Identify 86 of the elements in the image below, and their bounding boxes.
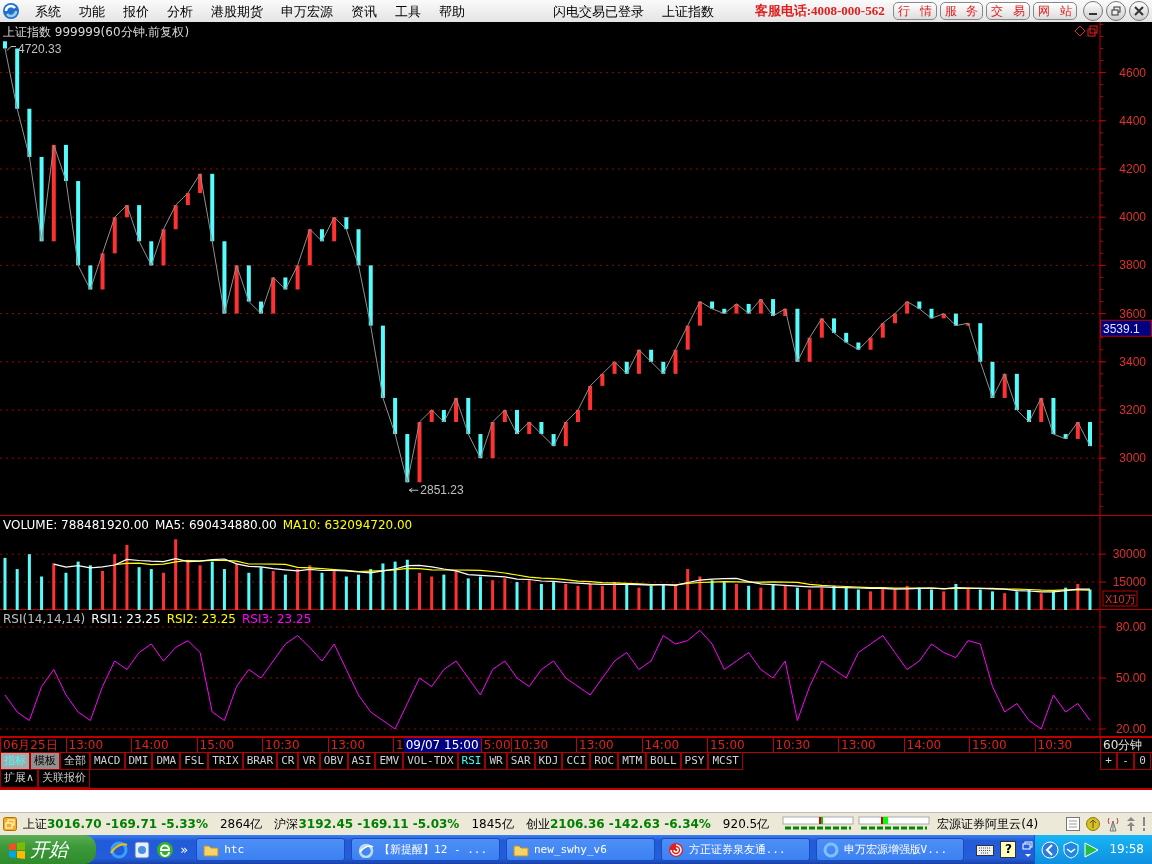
indicator-tab[interactable]: FSL — [180, 753, 209, 770]
index-name: 创业 — [525, 816, 550, 832]
turnover-text: 920.5亿 — [722, 816, 770, 832]
indicator-readout: MA5: 690434880.00 — [154, 518, 277, 533]
turnover-text: 2864亿 — [219, 816, 263, 832]
axis-label: 3800 — [1119, 258, 1146, 273]
login-status: 闪电交易已登录 — [552, 3, 645, 19]
indicator-readout: RSI3: 23.25 — [242, 612, 312, 627]
header-button[interactable]: 服 务 — [939, 2, 984, 20]
turnover-text: 1845亿 — [471, 816, 514, 832]
axis-label: 4600 — [1119, 65, 1146, 80]
indicator-tab[interactable]: PSY — [680, 753, 709, 770]
axis-label: 4000 — [1119, 210, 1146, 225]
header-button[interactable]: 交 易 — [986, 2, 1031, 20]
indicator-tab[interactable]: DMI — [124, 753, 153, 770]
menu-item[interactable]: 资讯 — [342, 3, 386, 19]
indicator-tab[interactable]: WR — [485, 753, 507, 770]
index-quote: 2106.36 -142.63 -6.34% — [549, 816, 711, 832]
indicator-tab[interactable]: 模板 — [30, 753, 60, 770]
server-name: 宏源证券阿里云(4) — [937, 816, 1039, 832]
indicator-tab[interactable]: MTM — [618, 753, 647, 770]
indicator-readout: RSI1: 23.25 — [91, 612, 161, 627]
indicator-tab[interactable]: BRAR — [242, 753, 278, 770]
indicator-readout: VOLUME: 788481920.00 — [3, 518, 149, 533]
indicator-tab[interactable]: DMA — [152, 753, 181, 770]
indicator-tab[interactable]: 全部 — [60, 753, 90, 770]
index-quote: 3192.45 -169.11 -5.03% — [298, 816, 460, 832]
indicator-tab[interactable]: VR — [298, 753, 320, 770]
axis-label: 4400 — [1119, 113, 1146, 128]
menu-item[interactable]: 帮助 — [430, 3, 474, 19]
axis-label: 3400 — [1119, 354, 1146, 369]
menu-item[interactable]: 功能 — [70, 3, 114, 19]
indicator-tab[interactable]: SAR — [506, 753, 535, 770]
indicator-tab[interactable]: EMV — [375, 753, 404, 770]
menu-item[interactable]: 系统 — [26, 3, 70, 19]
clock-text: 19:58 — [1109, 842, 1144, 857]
unit-label: X10万 — [1102, 590, 1138, 607]
indicator-readout: RSI(14,14,14) — [3, 612, 86, 627]
axis-label: 50.00 — [1115, 671, 1146, 685]
indicator-tab[interactable]: CCI — [562, 753, 591, 770]
axis-label: 4200 — [1119, 162, 1146, 176]
indicator-tab[interactable]: RSI — [457, 753, 486, 770]
header-button[interactable]: 行 情 — [892, 2, 937, 20]
index-name: 上证 — [23, 816, 47, 832]
cursor-time-label: 09/07 15:00 — [403, 738, 481, 752]
chart-title: 上证指数 999999(60分钟.前复权) — [3, 25, 190, 39]
index-name: 沪深 — [274, 816, 299, 832]
axis-label: 20.00 — [1115, 722, 1146, 736]
header-button[interactable]: 网 站 — [1033, 2, 1077, 20]
axis-label: 80.00 — [1115, 620, 1146, 634]
indicator-tab[interactable]: MCST — [708, 753, 743, 770]
menu-item[interactable]: 申万宏源 — [272, 3, 342, 19]
axis-label: 3600 — [1119, 306, 1146, 321]
menu-item[interactable]: 报价 — [114, 3, 158, 19]
indicator-tab[interactable]: CR — [277, 753, 299, 770]
axis-label: 3000 — [1119, 451, 1146, 466]
indicator-tab[interactable]: VOL-TDX — [403, 753, 458, 770]
indicator-readout: RSI2: 23.25 — [166, 612, 236, 627]
axis-label: 15000 — [1112, 575, 1146, 590]
indicator-tab[interactable]: OBV — [319, 753, 348, 770]
high-price-label: 4720.33 — [18, 41, 62, 56]
chevron-button[interactable]: » — [180, 841, 189, 858]
indicator-tab[interactable]: MACD — [90, 753, 125, 770]
last-price-tag: 3539.1 — [1100, 319, 1152, 337]
help-button[interactable]: ? — [1000, 841, 1017, 858]
indicator-readout: MA10: 632094720.00 — [282, 518, 413, 533]
indicator-tab[interactable]: ROC — [590, 753, 619, 770]
start-button[interactable]: 开始 — [0, 835, 97, 864]
extension-tab[interactable]: 关联报价 — [38, 770, 91, 788]
zoom-button[interactable]: - — [1117, 753, 1134, 770]
extension-tab[interactable]: 扩展∧ — [0, 770, 39, 788]
axis-label: 30000 — [1112, 547, 1146, 562]
zoom-button[interactable]: + — [1100, 753, 1117, 770]
indicator-tab[interactable]: ASI — [347, 753, 376, 770]
indicator-tab[interactable]: TRIX — [208, 753, 243, 770]
indicator-tab[interactable]: BOLL — [646, 753, 681, 770]
menu-item[interactable]: 工具 — [386, 3, 430, 19]
axis-label: 3200 — [1119, 402, 1146, 417]
hotline-text: 客服电话:4008-000-562 — [754, 3, 885, 19]
menu-item[interactable]: 港股期货 — [202, 3, 272, 19]
zoom-button[interactable]: 0 — [1134, 753, 1151, 770]
index-name: 上证指数 — [661, 3, 715, 19]
menu-item[interactable]: 分析 — [158, 3, 202, 19]
low-price-label: 2851.23 — [420, 483, 464, 498]
indicator-tab[interactable]: KDJ — [534, 753, 563, 770]
index-quote: 3016.70 -169.71 -5.33% — [47, 816, 208, 832]
